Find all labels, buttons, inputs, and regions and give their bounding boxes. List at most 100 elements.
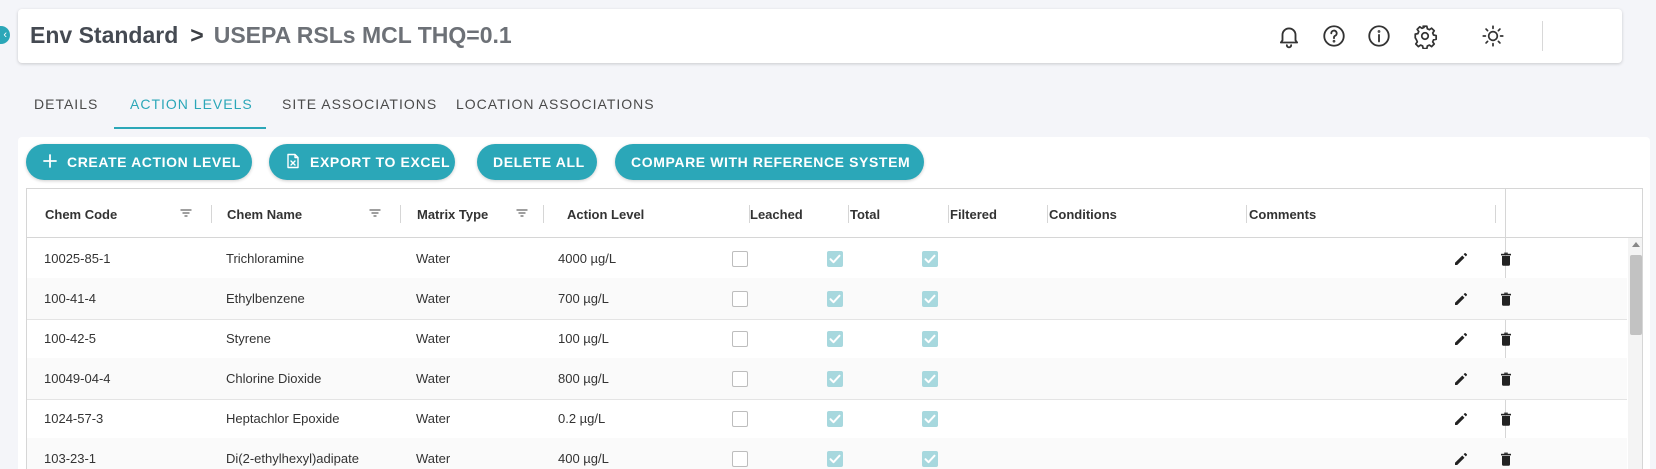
gear-icon[interactable] [1412,23,1438,50]
edit-icon[interactable] [1452,410,1470,428]
export-to-excel-button[interactable]: EXPORT TO EXCEL [269,144,455,180]
leached-checkbox[interactable] [732,331,748,347]
cell-chem-name: Trichloramine [226,251,305,266]
trash-icon[interactable] [1497,290,1515,308]
column-header-conditions[interactable]: Conditions [1049,189,1117,238]
column-header-filtered[interactable]: Filtered [950,189,997,238]
edit-icon[interactable] [1452,450,1470,468]
column-header-action-level[interactable]: Action Level [567,189,644,238]
chevron-left-icon: ‹ [3,29,7,41]
cell-action-level: 4000 µg/L [558,251,617,266]
scrollbar-thumb[interactable] [1630,255,1642,335]
column-header-total[interactable]: Total [850,189,880,238]
tab-location-associations[interactable]: LOCATION ASSOCIATIONS [442,85,654,129]
brightness-icon[interactable] [1480,23,1506,49]
scroll-up-arrow-icon[interactable] [1632,242,1640,247]
column-separator[interactable] [400,205,401,223]
total-checkbox[interactable] [827,331,843,347]
tab-action-levels[interactable]: ACTION LEVELS [114,85,266,129]
filter-icon[interactable] [515,206,529,220]
cell-matrix-type: Water [416,251,451,266]
action-levels-panel: CREATE ACTION LEVEL EXPORT TO EXCEL DELE… [18,137,1650,469]
breadcrumb-root[interactable]: Env Standard [30,22,178,48]
filtered-checkbox[interactable] [922,331,938,347]
table-row[interactable]: 10049-04-4 Chlorine Dioxide Water 800 µg/L [27,358,1627,400]
cell-action-level: 100 µg/L [558,331,609,346]
table-row[interactable]: 103-23-1 Di(2-ethylhexyl)adipate Water 400 … [27,438,1627,469]
trash-icon[interactable] [1497,330,1515,348]
column-header-leached[interactable]: Leached [750,189,803,238]
edit-icon[interactable] [1452,290,1470,308]
cell-chem-code: 1024-57-3 [44,411,104,426]
cell-chem-code: 103-23-1 [44,451,97,466]
vertical-scrollbar[interactable] [1628,238,1642,469]
cell-action-level: 700 µg/L [558,291,609,306]
cell-chem-code: 100-42-5 [44,331,97,346]
column-separator[interactable] [848,205,849,223]
cell-matrix-type: Water [416,291,451,306]
total-checkbox[interactable] [827,251,843,267]
table-row[interactable]: 1024-57-3 Heptachlor Epoxide Water 0.2 µg/L [27,398,1627,440]
edit-icon[interactable] [1452,250,1470,268]
column-separator[interactable] [543,205,544,223]
sidebar-toggle-button[interactable]: ‹ [0,26,10,44]
edit-icon[interactable] [1452,370,1470,388]
leached-checkbox[interactable] [732,451,748,467]
filtered-checkbox[interactable] [922,451,938,467]
column-separator[interactable] [1246,205,1247,223]
breadcrumb-current: USEPA RSLs MCL THQ=0.1 [213,22,512,48]
info-icon[interactable] [1366,23,1392,49]
filter-icon[interactable] [179,206,193,220]
leached-checkbox[interactable] [732,371,748,387]
column-header-matrix-type[interactable]: Matrix Type [417,189,488,238]
column-separator[interactable] [1047,205,1048,223]
table-row[interactable]: 100-42-5 Styrene Water 100 µg/L [27,318,1627,360]
help-icon[interactable] [1321,23,1347,49]
filtered-checkbox[interactable] [922,371,938,387]
trash-icon[interactable] [1497,250,1515,268]
cell-action-level: 400 µg/L [558,451,609,466]
cell-chem-name: Heptachlor Epoxide [226,411,340,426]
table-row[interactable]: 10025-85-1 Trichloramine Water 4000 µg/L [27,238,1627,280]
leached-checkbox[interactable] [732,291,748,307]
leached-checkbox[interactable] [732,411,748,427]
trash-icon[interactable] [1497,450,1515,468]
cell-matrix-type: Water [416,411,451,426]
cell-matrix-type: Water [416,331,451,346]
cell-chem-name: Chlorine Dioxide [226,371,322,386]
cell-matrix-type: Water [416,451,451,466]
table-row[interactable]: 100-41-4 Ethylbenzene Water 700 µg/L [27,278,1627,320]
plus-icon [42,153,58,172]
total-checkbox[interactable] [827,451,843,467]
column-header-comments[interactable]: Comments [1249,189,1316,238]
tab-details[interactable]: DETAILS [18,85,114,129]
filtered-checkbox[interactable] [922,251,938,267]
cell-chem-code: 10025-85-1 [44,251,111,266]
column-header-chem-name[interactable]: Chem Name [227,189,302,238]
create-action-level-label: CREATE ACTION LEVEL [67,154,241,170]
leached-checkbox[interactable] [732,251,748,267]
delete-all-button[interactable]: DELETE ALL [477,144,597,180]
total-checkbox[interactable] [827,411,843,427]
compare-reference-button[interactable]: COMPARE WITH REFERENCE SYSTEM [615,144,924,180]
column-separator[interactable] [211,205,212,223]
total-checkbox[interactable] [827,291,843,307]
trash-icon[interactable] [1497,410,1515,428]
export-to-excel-label: EXPORT TO EXCEL [310,154,451,170]
edit-icon[interactable] [1452,330,1470,348]
tab-site-associations[interactable]: SITE ASSOCIATIONS [268,85,440,129]
create-action-level-button[interactable]: CREATE ACTION LEVEL [26,144,252,180]
total-checkbox[interactable] [827,371,843,387]
delete-all-label: DELETE ALL [493,154,585,170]
filtered-checkbox[interactable] [922,291,938,307]
column-header-chem-code[interactable]: Chem Code [45,189,117,238]
table-header: Chem Code Chem Name Matrix Type Action L… [27,189,1642,238]
filtered-checkbox[interactable] [922,411,938,427]
cell-chem-name: Styrene [226,331,271,346]
filter-icon[interactable] [368,206,382,220]
bell-icon[interactable] [1276,23,1302,49]
trash-icon[interactable] [1497,370,1515,388]
column-separator[interactable] [1495,205,1496,223]
column-separator[interactable] [948,205,949,223]
cell-chem-name: Di(2-ethylhexyl)adipate [226,451,359,466]
